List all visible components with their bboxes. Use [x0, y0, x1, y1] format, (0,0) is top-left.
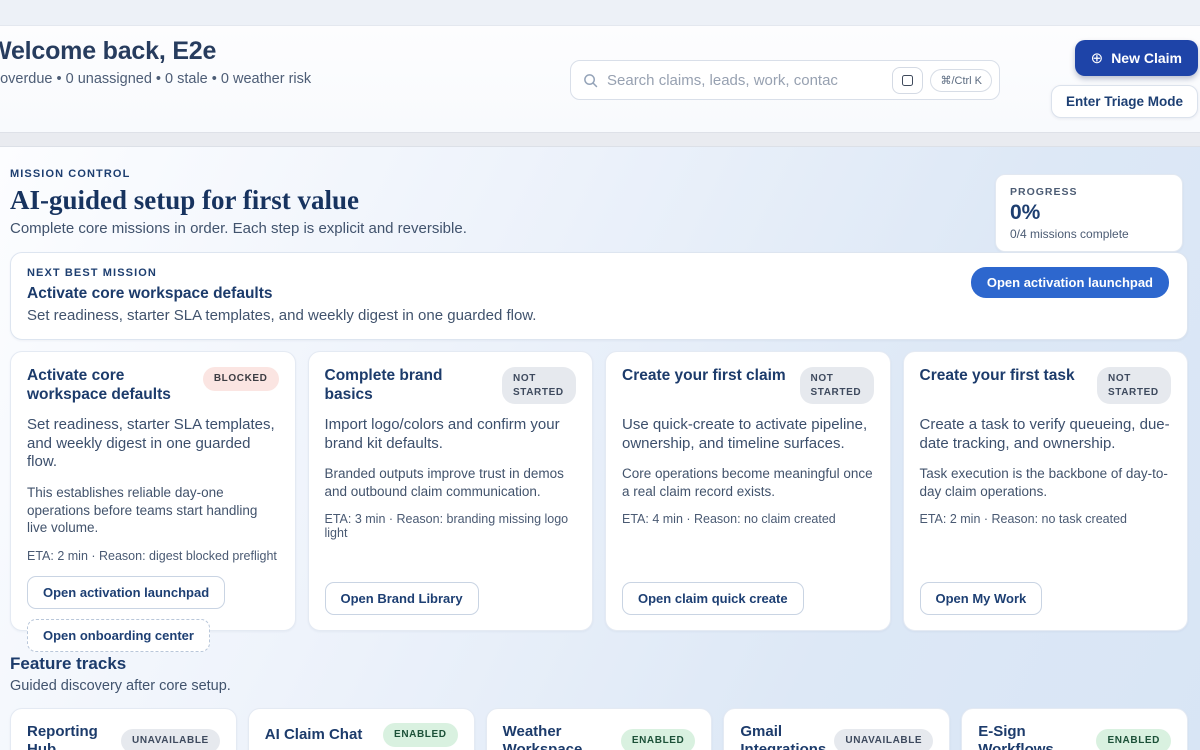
mission-description: Create a task to verify queueing, due-da… [920, 416, 1172, 453]
feature-title: Reporting Hub [27, 723, 113, 750]
next-best-mission-card: NEXT BEST MISSION Activate core workspac… [10, 252, 1188, 340]
square-icon [902, 75, 913, 86]
circle-plus-icon: ⊕ [1091, 51, 1104, 66]
new-claim-button[interactable]: ⊕ New Claim [1075, 40, 1198, 76]
status-badge-not-started: NOT STARTED [502, 367, 576, 404]
search-mode-toggle-button[interactable] [892, 67, 923, 94]
mission-title: Complete brand basics [325, 367, 495, 404]
mission-title: Create your first task [920, 367, 1075, 386]
mission-eta: ETA: 2 min · Reason: digest blocked pref… [27, 549, 279, 563]
feature-cards-grid: Reporting Hub UNAVAILABLE Monitor claim … [10, 708, 1188, 750]
mission-control-section: MISSION CONTROL AI-guided setup for firs… [0, 147, 1200, 750]
mission-eta: ETA: 4 min · Reason: no claim created [622, 512, 874, 526]
new-claim-label: New Claim [1111, 50, 1182, 66]
open-my-work-button[interactable]: Open My Work [920, 582, 1043, 615]
status-badge-unavailable: UNAVAILABLE [121, 729, 220, 750]
feature-title: Gmail Integrations [740, 723, 826, 750]
mission-actions: Open claim quick create [622, 582, 874, 615]
status-badge-not-started: NOT STARTED [800, 367, 874, 404]
section-divider [0, 132, 1200, 147]
status-badge-enabled: ENABLED [621, 729, 696, 750]
progress-card: PROGRESS 0% 0/4 missions complete [995, 174, 1183, 252]
feature-card-esign-workflows[interactable]: E-Sign Workflows ENABLED [961, 708, 1188, 750]
mission-description: Set readiness, starter SLA templates, an… [27, 416, 279, 472]
progress-percent: 0% [1010, 201, 1168, 225]
mission-title: Activate core workspace defaults [27, 367, 195, 404]
mission-cards-grid: Activate core workspace defaults BLOCKED… [10, 351, 1188, 631]
mission-card-first-task: Create your first task NOT STARTED Creat… [903, 351, 1189, 631]
top-strip [0, 0, 1200, 26]
enter-triage-mode-button[interactable]: Enter Triage Mode [1051, 85, 1198, 118]
feature-tracks-subtitle: Guided discovery after core setup. [10, 678, 1188, 694]
open-onboarding-center-button[interactable]: Open onboarding center [27, 619, 210, 652]
header-actions: ⊕ New Claim Enter Triage Mode [1051, 40, 1198, 118]
progress-detail: 0/4 missions complete [1010, 227, 1168, 241]
mission-description: Use quick-create to activate pipeline, o… [622, 416, 874, 453]
open-claim-quick-create-button[interactable]: Open claim quick create [622, 582, 804, 615]
status-badge-blocked: BLOCKED [203, 367, 279, 391]
mission-actions: Open activation launchpad Open onboardin… [27, 576, 279, 652]
open-brand-library-button[interactable]: Open Brand Library [325, 582, 479, 615]
feature-title: Weather Workspace [503, 723, 613, 750]
feature-title: AI Claim Chat [265, 726, 363, 744]
header-stats: 0 overdue • 0 unassigned • 0 stale • 0 w… [0, 71, 311, 87]
feature-card-reporting-hub[interactable]: Reporting Hub UNAVAILABLE Monitor claim … [10, 708, 237, 750]
feature-card-weather-workspace[interactable]: Weather Workspace ENABLED [486, 708, 713, 750]
global-search[interactable]: ⌘/Ctrl K [570, 60, 1000, 100]
mission-detail: Branded outputs improve trust in demos a… [325, 465, 577, 500]
mission-detail: This establishes reliable day-one operat… [27, 484, 279, 537]
status-badge-enabled: ENABLED [1096, 729, 1171, 750]
mission-card-brand-basics: Complete brand basics NOT STARTED Import… [308, 351, 594, 631]
keyboard-shortcut-hint: ⌘/Ctrl K [930, 69, 992, 92]
feature-card-ai-claim-chat[interactable]: AI Claim Chat ENABLED [248, 708, 475, 750]
status-badge-not-started: NOT STARTED [1097, 367, 1171, 404]
mission-card-activate-core: Activate core workspace defaults BLOCKED… [10, 351, 296, 631]
search-input[interactable] [607, 72, 892, 89]
mission-eta: ETA: 3 min · Reason: branding missing lo… [325, 512, 577, 540]
next-best-mission-subtitle: Set readiness, starter SLA templates, an… [27, 307, 1171, 324]
feature-title: E-Sign Workflows [978, 723, 1088, 750]
mission-eta: ETA: 2 min · Reason: no task created [920, 512, 1172, 526]
status-badge-unavailable: UNAVAILABLE [834, 729, 933, 750]
app-header: Welcome back, E2e 0 overdue • 0 unassign… [0, 26, 1200, 132]
header-text: Welcome back, E2e 0 overdue • 0 unassign… [0, 37, 311, 87]
status-badge-enabled: ENABLED [383, 723, 458, 747]
open-activation-launchpad-button[interactable]: Open activation launchpad [27, 576, 225, 609]
progress-label: PROGRESS [1010, 186, 1168, 198]
mission-card-first-claim: Create your first claim NOT STARTED Use … [605, 351, 891, 631]
mission-description: Import logo/colors and confirm your bran… [325, 416, 577, 453]
feature-card-gmail-integrations[interactable]: Gmail Integrations UNAVAILABLE [723, 708, 950, 750]
feature-tracks-title: Feature tracks [10, 654, 1188, 674]
mission-actions: Open Brand Library [325, 582, 577, 615]
mission-actions: Open My Work [920, 582, 1172, 615]
mission-title: Create your first claim [622, 367, 786, 386]
search-icon [583, 73, 598, 88]
page-title: Welcome back, E2e [0, 37, 311, 66]
mission-detail: Task execution is the backbone of day-to… [920, 465, 1172, 500]
mission-detail: Core operations become meaningful once a… [622, 465, 874, 500]
feature-tracks-section: Feature tracks Guided discovery after co… [10, 654, 1188, 750]
open-activation-launchpad-cta[interactable]: Open activation launchpad [971, 267, 1169, 298]
mission-control-header: MISSION CONTROL AI-guided setup for firs… [10, 168, 1188, 237]
